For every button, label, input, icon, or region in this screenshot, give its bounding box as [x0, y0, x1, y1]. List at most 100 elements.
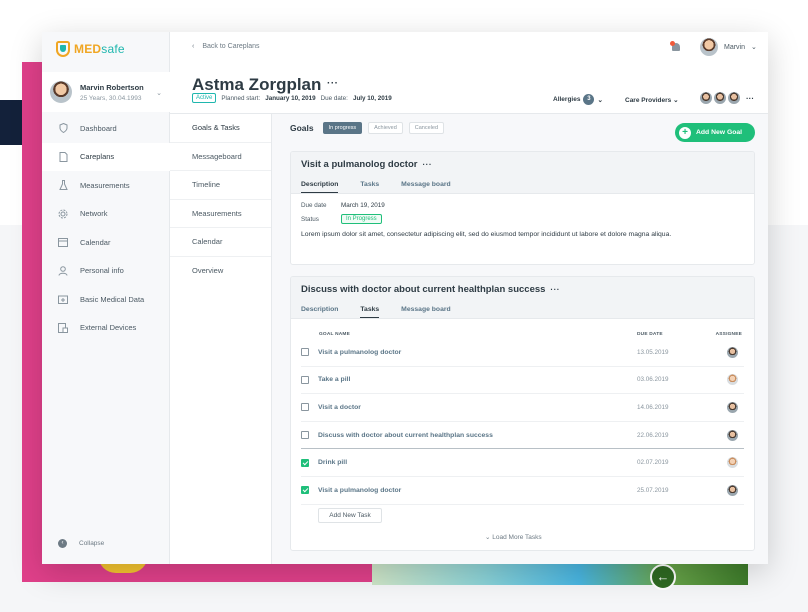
sidebar-item-label: Careplans	[80, 152, 115, 162]
tab-tasks[interactable]: Tasks	[360, 306, 380, 318]
task-name[interactable]: Visit a pulmanolog doctor	[318, 487, 401, 494]
task-due-date: 13.05.2019	[637, 348, 669, 356]
goal-title: Visit a pulmanolog doctor ···	[301, 159, 432, 170]
due-date-value: July 10, 2019	[352, 94, 392, 102]
task-name[interactable]: Visit a pulmanolog doctor	[318, 349, 401, 356]
sidebar-item-label: Basic Medical Data	[80, 294, 145, 304]
column-header-due-date[interactable]: DUE DATE	[637, 332, 709, 337]
task-due-date: 14.06.2019	[637, 403, 669, 411]
goals-label: Goals	[290, 123, 314, 133]
avatar[interactable]	[727, 346, 738, 358]
goal-tabs: Description Tasks Message board	[301, 181, 451, 193]
sidebar-item-personal-info[interactable]: Personal info	[42, 257, 170, 286]
table-row[interactable]: Discuss with doctor about current health…	[301, 422, 744, 450]
chevron-left-icon: ‹	[192, 43, 195, 50]
load-more-tasks-link[interactable]: ⌄ Load More Tasks	[485, 533, 542, 541]
filter-in-progress[interactable]: In progress	[322, 122, 363, 134]
avatar[interactable]	[727, 429, 738, 441]
subnav-item-measurements[interactable]: Measurements	[170, 200, 271, 228]
collapse-button[interactable]: ‹ Collapse	[58, 539, 104, 548]
back-link[interactable]: ‹ Back to Careplans	[192, 43, 260, 50]
sidebar-item-label: Calendar	[80, 237, 111, 247]
tab-tasks[interactable]: Tasks	[360, 181, 379, 193]
add-new-task-button[interactable]: Add New Task	[318, 508, 382, 523]
task-name[interactable]: Discuss with doctor about current health…	[318, 432, 493, 439]
tab-message-board[interactable]: Message board	[401, 181, 450, 193]
app-window: MEDsafe Marvin Robertson 25 Years, 30.04…	[42, 32, 768, 564]
care-providers-label: Care Providers	[625, 97, 672, 104]
main-content: Goals In progress Achieved Canceled + Ad…	[272, 114, 768, 564]
sidebar-item-dashboard[interactable]: Dashboard	[42, 114, 170, 143]
task-checkbox[interactable]	[301, 431, 309, 440]
table-row[interactable]: Visit a doctor 14.06.2019	[301, 394, 744, 422]
task-name[interactable]: Visit a doctor	[318, 404, 361, 411]
chevron-left-icon: ‹	[58, 539, 67, 548]
sidebar-item-basic-medical-data[interactable]: Basic Medical Data	[42, 285, 170, 314]
task-checkbox[interactable]	[301, 348, 309, 357]
task-name[interactable]: Drink pill	[318, 459, 347, 466]
sidebar-item-network[interactable]: Network	[42, 200, 170, 229]
sidebar-item-measurements[interactable]: Measurements	[42, 171, 170, 200]
table-header: GOAL NAME DUE DATE ASSIGNEE	[301, 329, 744, 339]
column-header-assignee[interactable]: ASSIGNEE	[709, 332, 744, 337]
sidebar-item-calendar[interactable]: Calendar	[42, 228, 170, 257]
task-name[interactable]: Take a pill	[318, 376, 350, 383]
sidebar-nav: Dashboard Careplans Measurements Network	[42, 114, 170, 342]
logo[interactable]: MEDsafe	[56, 40, 125, 58]
profile-card[interactable]: Marvin Robertson 25 Years, 30.04.1993 ⌄	[42, 72, 170, 112]
goal-card: Visit a pulmanolog doctor ··· Description…	[290, 151, 755, 265]
tab-description[interactable]: Description	[301, 181, 339, 193]
task-due-date: 22.06.2019	[637, 431, 669, 439]
avatar	[700, 92, 712, 104]
bell-icon[interactable]	[670, 41, 682, 53]
subnav-item-goals-tasks[interactable]: Goals & Tasks	[170, 114, 271, 143]
shield-icon	[58, 123, 68, 134]
subnav-item-timeline[interactable]: Timeline	[170, 171, 271, 200]
allergies-count-badge: 3	[583, 94, 595, 105]
table-row[interactable]: Visit a pulmanolog doctor 25.07.2019	[301, 477, 744, 505]
table-row[interactable]: Take a pill 03.06.2019	[301, 367, 744, 395]
task-due-date: 02.07.2019	[637, 459, 669, 467]
more-options-icon[interactable]: ···	[746, 94, 754, 103]
avatar[interactable]	[727, 401, 738, 413]
filter-canceled[interactable]: Canceled	[408, 122, 445, 134]
notification-dot	[670, 41, 675, 46]
avatar	[50, 81, 72, 103]
add-new-goal-button[interactable]: + Add New Goal	[675, 123, 755, 142]
table-row[interactable]: Visit a pulmanolog doctor 13.05.2019	[301, 339, 744, 367]
subnav-item-overview[interactable]: Overview	[170, 257, 271, 286]
avatar	[728, 92, 740, 104]
shield-logo-icon	[56, 41, 70, 57]
sidebar-item-external-devices[interactable]: External Devices	[42, 314, 170, 343]
avatar[interactable]	[727, 484, 738, 496]
sidebar-item-careplans[interactable]: Careplans	[42, 142, 170, 171]
task-checkbox[interactable]	[301, 375, 309, 384]
care-provider-avatars[interactable]: ···	[700, 92, 754, 104]
collapse-label: Collapse	[79, 540, 105, 547]
care-providers-dropdown[interactable]: Care Providers ⌄	[625, 96, 679, 104]
task-checkbox[interactable]	[301, 486, 309, 495]
more-options-icon[interactable]: ···	[327, 78, 339, 89]
page-title: Astma Zorgplan	[192, 75, 322, 94]
avatar	[700, 38, 718, 56]
planned-start-label: Planned start:	[221, 94, 261, 102]
load-more-label: Load More Tasks	[492, 534, 542, 541]
task-checkbox[interactable]	[301, 458, 309, 467]
subnav-item-calendar[interactable]: Calendar	[170, 228, 271, 257]
chevron-down-icon[interactable]: ⌄	[156, 89, 162, 97]
more-options-icon[interactable]: ···	[550, 285, 560, 294]
planned-start-value: January 10, 2019	[265, 94, 316, 102]
tab-description[interactable]: Description	[301, 306, 338, 318]
subnav-item-messageboard[interactable]: Messageboard	[170, 143, 271, 171]
table-row[interactable]: Drink pill 02.07.2019	[301, 449, 744, 477]
user-menu[interactable]: Marvin ⌄	[700, 38, 757, 56]
avatar[interactable]	[727, 457, 738, 469]
allergies-dropdown[interactable]: Allergies 3 ⌄	[553, 94, 603, 105]
column-header-goal-name[interactable]: GOAL NAME	[301, 332, 637, 337]
tab-message-board[interactable]: Message board	[401, 306, 450, 318]
topbar: ‹ Back to Careplans Marvin ⌄	[170, 32, 768, 64]
task-checkbox[interactable]	[301, 403, 309, 412]
more-options-icon[interactable]: ···	[422, 160, 432, 169]
avatar[interactable]	[727, 374, 738, 386]
filter-achieved[interactable]: Achieved	[368, 122, 403, 134]
